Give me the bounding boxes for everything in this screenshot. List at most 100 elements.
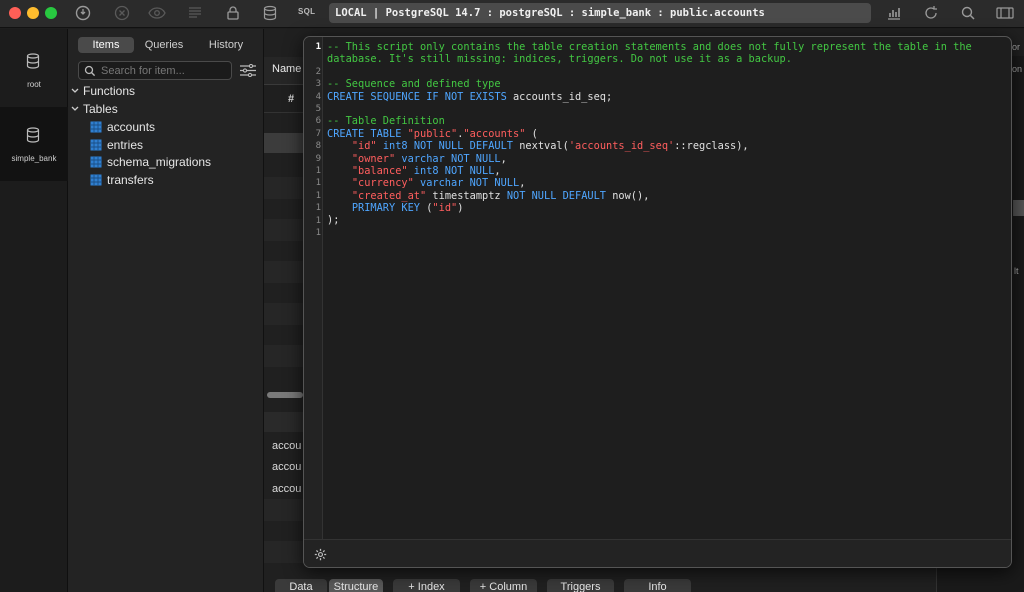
code-line: database. It's still missing: indices, t… (327, 53, 1009, 65)
code-token: "accounts" (463, 127, 526, 140)
connection-rail: root simple_bank (0, 29, 68, 592)
code-token: nextval( (519, 140, 569, 153)
code-token: , (494, 164, 501, 177)
code-token: database. It's still missing: indices, t… (327, 53, 792, 66)
line-number: 1 (315, 228, 321, 238)
chart-icon[interactable] (885, 5, 903, 23)
tab-data[interactable]: Data (275, 579, 327, 592)
code-token: ::regclass), (674, 140, 749, 153)
line-number: 1 (315, 166, 321, 176)
sidebar: Items Queries History Functions Tables a… (68, 29, 264, 592)
database-icon (26, 53, 40, 69)
code-token: int8 NOT NULL (407, 164, 495, 177)
code-line: "owner" varchar NOT NULL, (327, 153, 1009, 165)
code-line: ); (327, 214, 1009, 226)
add-index-button[interactable]: + Index (393, 579, 460, 592)
line-number: 1 (315, 215, 321, 226)
tab-triggers[interactable]: Triggers (547, 579, 614, 592)
search-icon (84, 65, 96, 77)
database-icon[interactable] (261, 5, 279, 23)
tab-items[interactable]: Items (78, 37, 134, 53)
zoom-window-button[interactable] (45, 7, 57, 19)
index-table-cell[interactable]: accou (272, 483, 301, 495)
table-definition-popover: 123456789111111 -- This script only cont… (303, 36, 1012, 568)
chevron-down-icon (71, 88, 79, 93)
tab-queries[interactable]: Queries (138, 37, 190, 53)
filter-icon[interactable] (240, 64, 256, 77)
details-fragment: lt (1014, 266, 1019, 276)
power-icon[interactable] (74, 5, 92, 23)
connection-info-bar[interactable]: LOCAL | PostgreSQL 14.7 : postgreSQL : s… (329, 3, 871, 23)
minimize-window-button[interactable] (27, 7, 39, 19)
index-table-cell[interactable]: accou (272, 440, 301, 452)
code-token: -- Sequence and defined type (327, 78, 501, 91)
eye-icon[interactable] (148, 5, 166, 23)
rail-item-simple-bank[interactable]: simple_bank (0, 107, 68, 181)
search-input[interactable] (101, 63, 227, 78)
gear-icon[interactable] (314, 548, 327, 561)
list-icon[interactable] (186, 5, 204, 23)
code-token: PRIMARY KEY (351, 202, 427, 215)
layout-icon[interactable] (996, 5, 1014, 23)
popover-footer (304, 539, 1011, 567)
tab-history[interactable]: History (200, 37, 252, 53)
code-token: varchar NOT NULL (413, 177, 520, 190)
code-line: -- This script only contains the table c… (327, 41, 1009, 53)
table-icon (90, 156, 102, 168)
search-icon[interactable] (959, 5, 977, 23)
code-token: accounts_id_seq; (512, 90, 613, 103)
tree-group-label: Tables (83, 102, 118, 116)
line-number: 6 (315, 116, 321, 127)
tab-structure[interactable]: Structure (329, 579, 383, 592)
close-circle-icon[interactable] (113, 5, 131, 23)
code-line: PRIMARY KEY ("id") (327, 202, 1009, 214)
horizontal-scrollbar[interactable] (267, 392, 303, 398)
rail-item-root[interactable]: root (0, 33, 68, 107)
column-header-hash: # (288, 93, 295, 105)
code-line: CREATE SEQUENCE IF NOT EXISTS accounts_i… (327, 91, 1009, 103)
database-icon (26, 127, 40, 143)
tree-group-label: Functions (83, 84, 136, 98)
line-number: 3 (315, 79, 321, 90)
table-item-label: transfers (107, 173, 154, 187)
line-number: 5 (315, 104, 321, 114)
line-number: 8 (315, 141, 321, 152)
line-number: 1 (315, 203, 321, 214)
code-token: ( (525, 127, 538, 140)
code-line: "balance" int8 NOT NULL, (327, 165, 1009, 177)
close-window-button[interactable] (9, 7, 21, 19)
column-header-name: Name (272, 63, 302, 75)
line-number-gutter: 123456789111111 (304, 37, 323, 539)
line-number: 4 (315, 91, 321, 102)
table-icon (90, 174, 102, 186)
add-column-button[interactable]: + Column (470, 579, 537, 592)
sql-button[interactable]: SQL (298, 7, 315, 16)
sql-definition-editor[interactable]: -- This script only contains the table c… (327, 41, 1009, 227)
code-token: "owner" (351, 152, 396, 165)
table-icon (90, 139, 102, 151)
lock-icon[interactable] (224, 5, 242, 23)
code-token: CREATE SEQUENCE IF NOT EXISTS (327, 90, 513, 103)
tab-info[interactable]: Info (624, 579, 691, 592)
refresh-icon[interactable] (922, 5, 940, 23)
code-token: -- Table Definition (327, 115, 445, 128)
line-number: 9 (315, 153, 321, 164)
code-token: "currency" (351, 177, 414, 190)
code-line: "currency" varchar NOT NULL, (327, 177, 1009, 189)
code-line: "id" int8 NOT NULL DEFAULT nextval('acco… (327, 140, 1009, 152)
code-token: 'accounts_id_seq' (568, 140, 675, 153)
index-table-cell[interactable]: accou (272, 461, 301, 473)
rail-item-label: root (27, 80, 41, 89)
selected-field[interactable] (1013, 200, 1024, 216)
table-icon (90, 121, 102, 133)
code-token: -- This script only contains the table c… (327, 41, 972, 53)
table-item-label: entries (107, 138, 144, 152)
line-number: 7 (315, 128, 321, 139)
chevron-down-icon (71, 106, 79, 111)
